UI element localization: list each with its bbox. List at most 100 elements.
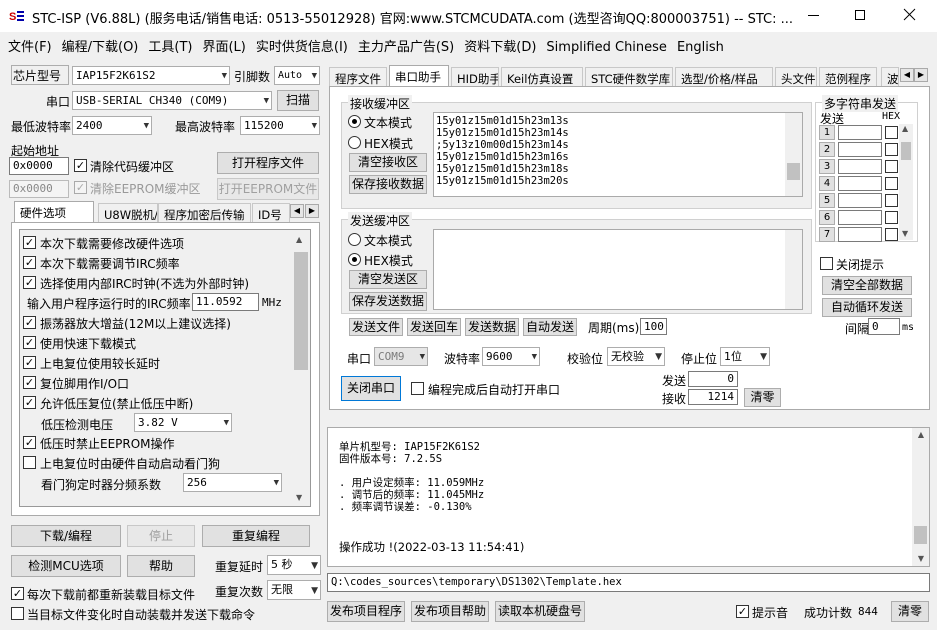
auto-open-checkbox[interactable]	[411, 382, 424, 395]
multi-send-button-7[interactable]: 7	[819, 227, 835, 242]
option-checkbox-left-options2-0[interactable]: ✓	[23, 316, 36, 329]
multi-string-input-1[interactable]	[838, 125, 882, 140]
multi-scroll-up-icon[interactable]: ▲	[902, 124, 908, 133]
multi-hex-checkbox-2[interactable]	[885, 143, 898, 156]
multi-string-input-2[interactable]	[838, 142, 882, 157]
clear-code-checkbox[interactable]: ✓	[74, 159, 87, 172]
send-file-button[interactable]: 发送文件	[349, 318, 403, 336]
clear-success-button[interactable]: 清零	[891, 601, 929, 622]
save-receive-button[interactable]: 保存接收数据	[349, 175, 427, 194]
right-tab-left-icon[interactable]: ◀	[900, 68, 914, 82]
multi-send-button-1[interactable]: 1	[819, 125, 835, 140]
log-scroll-thumb[interactable]	[914, 526, 927, 544]
baud-select[interactable]: 9600 ▼	[482, 347, 540, 366]
maximize-icon[interactable]	[855, 10, 865, 20]
menu-item-1[interactable]: 编程/下载(O)	[58, 36, 143, 55]
left-tab-0[interactable]: 硬件选项	[14, 201, 94, 223]
close-port-button[interactable]: 关闭串口	[341, 376, 401, 401]
multi-string-input-6[interactable]	[838, 210, 882, 225]
right-tab-5[interactable]: 选型/价格/样品	[675, 67, 773, 87]
publish-help-button[interactable]: 发布项目帮助	[411, 601, 489, 622]
clear-send-button[interactable]: 清空发送区	[349, 270, 427, 289]
multi-string-input-3[interactable]	[838, 159, 882, 174]
menu-item-4[interactable]: 实时供货信息(I)	[252, 36, 352, 55]
reload-checkbox[interactable]: ✓	[11, 587, 24, 600]
menu-item-7[interactable]: Simplified Chinese	[542, 40, 671, 55]
right-tab-right-icon[interactable]: ▶	[914, 68, 928, 82]
options-scroll-thumb[interactable]	[294, 252, 308, 370]
autoload-checkbox[interactable]	[11, 607, 24, 620]
tab-scroll-left-icon[interactable]: ◀	[290, 204, 304, 218]
close-tip-checkbox[interactable]	[820, 257, 833, 270]
multi-send-button-6[interactable]: 6	[819, 210, 835, 225]
download-button[interactable]: 下载/编程	[11, 525, 121, 547]
tip-sound-checkbox[interactable]: ✓	[736, 605, 749, 618]
send-data-button[interactable]: 发送数据	[465, 318, 519, 336]
save-send-button[interactable]: 保存发送数据	[349, 292, 427, 311]
read-disk-button[interactable]: 读取本机硬盘号	[495, 601, 585, 622]
pin-select[interactable]: Auto ▼	[274, 66, 320, 85]
zero-count-button[interactable]: 清零	[744, 388, 781, 407]
option-checkbox-left-options2-2[interactable]: ✓	[23, 356, 36, 369]
multi-hex-checkbox-7[interactable]	[885, 228, 898, 241]
menu-item-6[interactable]: 资料下载(D)	[460, 36, 540, 55]
repeat-count-select[interactable]: 无限 ▼	[267, 580, 321, 600]
multi-hex-checkbox-1[interactable]	[885, 126, 898, 139]
send-enter-button[interactable]: 发送回车	[407, 318, 461, 336]
option-checkbox-left-options2-1[interactable]: ✓	[23, 336, 36, 349]
interval-input[interactable]: 0	[868, 318, 900, 335]
stop-bits-select[interactable]: 1位 ▼	[720, 347, 770, 366]
option-checkbox-left-options-2[interactable]: ✓	[23, 276, 36, 289]
log-scroll-up-icon[interactable]: ▲	[918, 430, 924, 439]
option-checkbox-left-options-0[interactable]: ✓	[23, 236, 36, 249]
port-select[interactable]: USB-SERIAL CH340 (COM9) ▼	[72, 91, 272, 110]
lvd-select[interactable]: 3.82 V ▼	[134, 413, 232, 432]
multi-hex-checkbox-5[interactable]	[885, 194, 898, 207]
menu-item-5[interactable]: 主力产品广告(S)	[354, 36, 458, 55]
code-address-input[interactable]: 0x0000	[9, 157, 69, 175]
option-checkbox-left-options3-0[interactable]: ✓	[23, 436, 36, 449]
multi-string-input-4[interactable]	[838, 176, 882, 191]
menu-item-0[interactable]: 文件(F)	[4, 36, 56, 55]
multi-scroll-thumb[interactable]	[901, 142, 911, 160]
multi-string-input-7[interactable]	[838, 227, 882, 242]
right-tab-0[interactable]: 程序文件	[329, 67, 387, 87]
send-text-mode-radio[interactable]	[348, 233, 361, 246]
min-baud-select[interactable]: 2400 ▼	[72, 116, 152, 135]
receive-scrollbar[interactable]	[785, 113, 802, 196]
right-tab-2[interactable]: HID助手	[451, 67, 499, 87]
open-program-button[interactable]: 打开程序文件	[217, 152, 319, 174]
option-checkbox-left-options2-3[interactable]: ✓	[23, 376, 36, 389]
multi-send-button-4[interactable]: 4	[819, 176, 835, 191]
send-hex-mode-radio[interactable]	[348, 253, 361, 266]
parity-select[interactable]: 无校验 ▼	[607, 347, 665, 366]
help-button[interactable]: 帮助	[127, 555, 195, 577]
option-checkbox-left-options3-1[interactable]	[23, 456, 36, 469]
menu-item-3[interactable]: 界面(L)	[198, 36, 249, 55]
clear-receive-button[interactable]: 清空接收区	[349, 153, 427, 172]
repeat-delay-select[interactable]: 5 秒 ▼	[267, 555, 321, 575]
menu-item-8[interactable]: English	[673, 40, 728, 55]
auto-send-button[interactable]: 自动发送	[523, 318, 577, 336]
minimize-icon[interactable]	[808, 15, 819, 16]
menu-item-2[interactable]: 工具(T)	[144, 36, 196, 55]
scroll-up-icon[interactable]: ▲	[296, 235, 302, 244]
multi-send-button-3[interactable]: 3	[819, 159, 835, 174]
repeat-program-button[interactable]: 重复编程	[202, 525, 310, 547]
period-input[interactable]: 100	[640, 318, 667, 335]
option-checkbox-left-options-1[interactable]: ✓	[23, 256, 36, 269]
left-tab-3[interactable]: ID号	[252, 203, 290, 223]
tab-scroll-right-icon[interactable]: ▶	[305, 204, 319, 218]
detect-mcu-button[interactable]: 检测MCU选项	[11, 555, 121, 577]
send-textarea[interactable]	[433, 229, 803, 310]
right-tab-7[interactable]: 范例程序	[819, 67, 877, 87]
log-scrollbar[interactable]	[912, 428, 929, 566]
scroll-down-icon[interactable]: ▼	[296, 493, 302, 502]
wdt-select[interactable]: 256 ▼	[183, 473, 282, 492]
right-tab-4[interactable]: STC硬件数学库	[585, 67, 673, 87]
recv-text-mode-radio[interactable]	[348, 115, 361, 128]
chip-select[interactable]: IAP15F2K61S2 ▼	[72, 66, 230, 85]
log-scroll-down-icon[interactable]: ▼	[918, 554, 924, 563]
irc-frequency-input[interactable]: 11.0592	[192, 293, 259, 311]
multi-hex-checkbox-6[interactable]	[885, 211, 898, 224]
